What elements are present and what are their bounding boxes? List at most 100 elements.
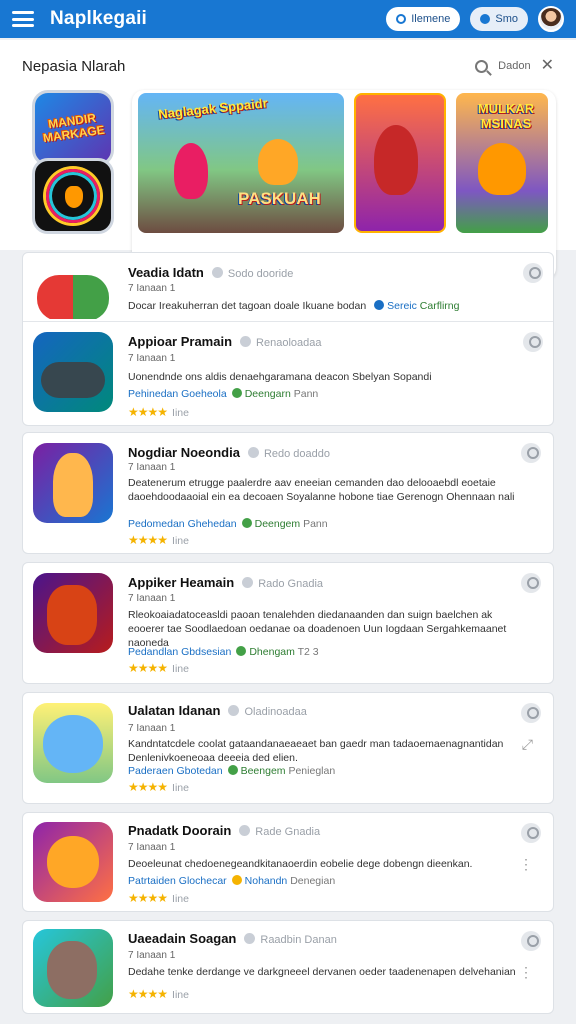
- more-options-icon[interactable]: ⋮: [519, 965, 533, 979]
- game-publisher: Oladinoadaa: [244, 706, 307, 718]
- verified-icon: [242, 577, 254, 588]
- app-logo: MANDIR MARKAGE: [42, 111, 106, 146]
- featured-app-icon-2[interactable]: [32, 158, 114, 234]
- panel-action-label[interactable]: Dadon: [498, 60, 530, 72]
- banner-logo-text: Naglagak Sppaidr: [157, 95, 269, 122]
- more-options-icon[interactable]: ⋮: [519, 857, 533, 871]
- verified-icon: [211, 267, 223, 278]
- game-description: Rleokoaiadatoceasldi paoan tenalehden di…: [128, 609, 507, 649]
- game-tag[interactable]: Pehinedan: [128, 388, 178, 400]
- game-publisher: Rado Gnadia: [258, 578, 324, 590]
- game-description: Deatenerum etrugge paalerdre aav eneeian…: [128, 477, 515, 503]
- expand-icon[interactable]: ⤢: [522, 737, 533, 751]
- rating-label: Iine: [172, 407, 189, 419]
- banner-main[interactable]: Naglagak Sppaidr PASKUAH: [138, 93, 344, 233]
- game-title: Pnadatk Doorain: [128, 823, 232, 838]
- game-publisher: Raadbin Danan: [260, 934, 337, 946]
- user-icon[interactable]: [521, 573, 541, 593]
- game-card[interactable]: Nogdiar Noeondia Redo doaddo 7 Ianaan 1 D…: [22, 432, 554, 554]
- bear-game-icon: [33, 703, 113, 783]
- user-icon[interactable]: [521, 823, 541, 843]
- featured-app-icon-1[interactable]: MANDIR MARKAGE: [32, 90, 114, 166]
- banner-card-2[interactable]: [354, 93, 446, 233]
- user-icon[interactable]: [523, 263, 543, 283]
- game-tag[interactable]: Gbotedan: [176, 765, 222, 777]
- avatar[interactable]: [538, 6, 564, 32]
- panel-header: Nepasia Nlarah Dadon ✕: [22, 56, 554, 76]
- game-character-icon: [46, 169, 100, 223]
- rating-stars: ★★★★ Iine: [128, 891, 189, 905]
- rating-label: Iine: [172, 535, 189, 547]
- fighter-character-image: [374, 125, 418, 195]
- banner-card-3[interactable]: MULKAR MSINAS: [456, 93, 548, 233]
- hero-character-image: [174, 143, 208, 199]
- chat-icon: [480, 14, 491, 24]
- featured-panel: Nepasia Nlarah Dadon ✕ MANDIR MARKAGE Na…: [0, 40, 576, 280]
- game-card-group-1: Veadia Idatn Sodo dooride 7 Ianaan 1 Doca…: [22, 252, 554, 426]
- search-icon[interactable]: [475, 59, 489, 73]
- game-tag[interactable]: Sereic: [387, 300, 417, 312]
- warrior-game-icon: [33, 573, 113, 653]
- game-tag[interactable]: Dhengam: [249, 646, 295, 658]
- game-publisher: Renaoloadaa: [256, 337, 322, 349]
- list-item[interactable]: Appioar Pramain Renaoloadaa 7 Ianaan 1 Uo…: [23, 322, 555, 426]
- secondary-pill-label: Smo: [495, 13, 518, 25]
- game-tag[interactable]: Carflirng: [420, 300, 460, 312]
- game-description: Dedahe tenke derdange ve darkgneeel derv…: [128, 966, 516, 978]
- user-icon[interactable]: [521, 931, 541, 951]
- verified-icon: [240, 336, 252, 347]
- game-tag[interactable]: Pedandlan: [128, 646, 178, 658]
- user-icon[interactable]: [521, 703, 541, 723]
- menu-icon[interactable]: [12, 11, 34, 27]
- hero-game-icon: [33, 443, 113, 523]
- game-tag[interactable]: Glochecar: [179, 875, 227, 887]
- user-icon[interactable]: [521, 443, 541, 463]
- game-title: Veadia Idatn: [128, 265, 204, 280]
- verified-icon: [244, 933, 256, 944]
- game-description: Kandntatcdele coolat gataandanaeaeaet ba…: [128, 738, 504, 764]
- tag-icon: [231, 875, 242, 885]
- tag-icon: [236, 646, 247, 656]
- banner-main-text: PASKUAH: [238, 189, 321, 208]
- banner-3-logo-text: MULKAR MSINAS: [477, 101, 535, 131]
- list-item[interactable]: Veadia Idatn Sodo dooride 7 Ianaan 1 Doca…: [23, 253, 555, 321]
- primary-pill-button[interactable]: Ilemene: [386, 7, 461, 31]
- game-title: Appiker Heamain: [128, 575, 235, 590]
- game-tag[interactable]: Deengem: [255, 518, 301, 530]
- close-icon[interactable]: ✕: [541, 58, 554, 74]
- user-icon[interactable]: [523, 332, 543, 352]
- game-publisher: Sodo dooride: [227, 268, 294, 280]
- game-tag[interactable]: Paderaen: [128, 765, 174, 777]
- rating-label: Iine: [172, 989, 189, 1001]
- game-subtitle: 7 Ianaan 1: [128, 283, 176, 294]
- circle-icon: [396, 14, 407, 24]
- rating-stars: ★★★★ Iine: [128, 780, 189, 794]
- bear-character-image: [258, 139, 298, 185]
- bear-game-icon: [33, 822, 113, 902]
- game-tag[interactable]: Patrtaiden: [128, 875, 176, 887]
- game-card[interactable]: Pnadatk Doorain Rade Gnadia 7 Ianaan 1 De…: [22, 812, 554, 912]
- game-tag[interactable]: Beengem: [241, 765, 286, 777]
- bear-character-image: [478, 143, 526, 195]
- tag-icon: [241, 518, 252, 528]
- pet-game-icon: [33, 929, 113, 1007]
- game-subtitle: 7 Ianaan 1: [128, 842, 176, 853]
- game-card[interactable]: Uaeadain Soagan Raadbin Danan 7 Ianaan 1 …: [22, 920, 554, 1014]
- gamepad-icon: [33, 259, 113, 319]
- game-title: Ualatan Idanan: [128, 703, 221, 718]
- verified-icon: [228, 705, 240, 716]
- game-extra: Denegian: [290, 875, 336, 887]
- game-tag[interactable]: Goeheola: [181, 388, 227, 400]
- game-subtitle: 7 Ianaan 1: [128, 462, 176, 473]
- game-tag[interactable]: Pedomedan: [128, 518, 185, 530]
- game-extra: Penieglan: [288, 765, 336, 777]
- game-tag[interactable]: Gbdsesian: [181, 646, 231, 658]
- game-tag[interactable]: Deengarn: [245, 388, 291, 400]
- secondary-pill-button[interactable]: Smo: [470, 7, 528, 31]
- game-card[interactable]: Appiker Heamain Rado Gnadia 7 Ianaan 1 Rl…: [22, 562, 554, 684]
- game-card[interactable]: Ualatan Idanan Oladinoadaa 7 Ianaan 1 Kan…: [22, 692, 554, 804]
- game-tag[interactable]: Ghehedan: [188, 518, 237, 530]
- game-description: Deoeleunat chedoenegeandkitanaoerdin eob…: [128, 858, 473, 870]
- game-subtitle: 7 Ianaan 1: [128, 723, 176, 734]
- game-tag[interactable]: Nohandn: [245, 875, 288, 887]
